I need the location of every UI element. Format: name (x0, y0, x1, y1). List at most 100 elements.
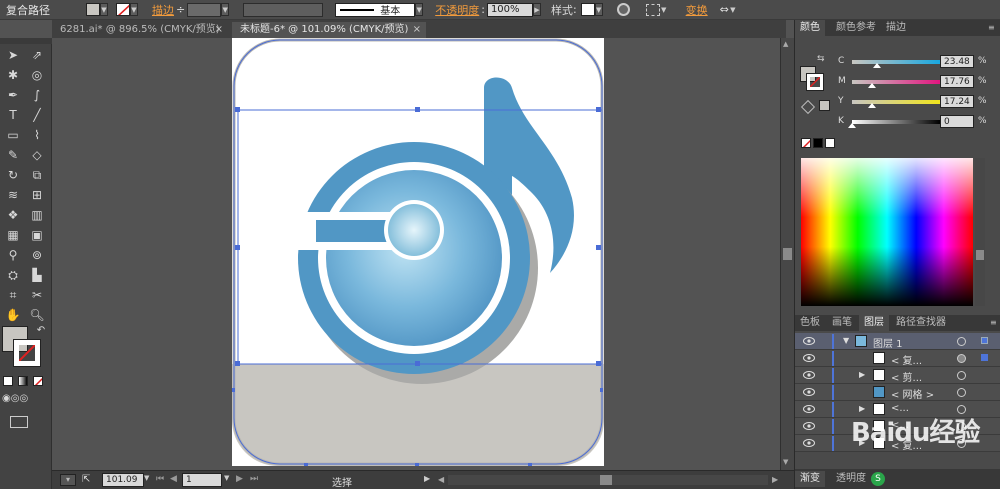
scroll-thumb[interactable] (783, 248, 792, 260)
scroll-down-icon[interactable]: ▼ (783, 458, 788, 466)
eye-icon[interactable] (803, 438, 815, 448)
none-mode-icon[interactable] (33, 376, 43, 386)
fill-dropdown-icon[interactable]: ▼ (100, 3, 108, 16)
slider-handle-icon[interactable] (848, 123, 856, 128)
tab-color[interactable]: 颜色 (795, 20, 825, 36)
opacity-arrow-icon[interactable]: ▶ (532, 3, 541, 16)
eye-icon[interactable] (803, 404, 815, 414)
prev-artboard-icon[interactable]: ◀ (170, 474, 177, 484)
stroke-weight-stepper[interactable]: ÷ (176, 3, 185, 16)
stroke-profile-select[interactable]: 基本 (335, 2, 416, 17)
yellow-slider[interactable] (852, 100, 940, 104)
free-transform-icon[interactable]: ⊞ (26, 186, 48, 204)
tab-stroke[interactable]: 描边 (881, 20, 911, 36)
color-spectrum[interactable] (801, 158, 973, 306)
selection-tool-icon[interactable]: ➤ (2, 46, 24, 64)
opacity-label[interactable]: 不透明度 (435, 2, 479, 18)
opacity-field[interactable]: 100% (486, 2, 533, 17)
lasso-icon[interactable]: ◎ (26, 66, 48, 84)
eyedropper-icon[interactable]: ⚲ (2, 246, 24, 264)
status-arrow-icon[interactable]: ▶ (424, 474, 430, 483)
expand-arrow-icon[interactable]: ▼ (843, 336, 849, 345)
pencil-tool-icon[interactable]: ✎ (2, 146, 24, 164)
eye-icon[interactable] (803, 353, 815, 363)
black-slider[interactable] (852, 120, 940, 124)
stroke-color-box[interactable] (13, 339, 41, 367)
gradient-tool-icon[interactable]: ▣ (26, 226, 48, 244)
hand-tool-icon[interactable]: ✋ (2, 306, 24, 324)
white-swatch[interactable] (825, 138, 835, 148)
vertical-scrollbar[interactable]: ▲ ▼ (780, 38, 794, 470)
cyan-slider[interactable] (852, 60, 940, 64)
last-artboard-icon[interactable]: ⏭ (250, 474, 258, 484)
paintbrush-icon[interactable]: ⌇ (26, 126, 48, 144)
black-swatch[interactable] (813, 138, 823, 148)
tab-6281[interactable]: 6281.ai* @ 896.5% (CMYK/预览) × (52, 22, 228, 38)
transform-link[interactable]: 变换 (686, 2, 708, 18)
selection-square-icon[interactable] (981, 354, 988, 361)
eye-icon[interactable] (803, 370, 815, 380)
eye-icon[interactable] (803, 387, 815, 397)
color-mode-icon[interactable] (3, 376, 13, 386)
arrange-dropdown-icon[interactable]: ▼ (729, 3, 737, 16)
target-icon[interactable] (957, 354, 966, 363)
pen-tool-icon[interactable]: ✒ (2, 86, 24, 104)
input-method-icon[interactable]: S (871, 472, 885, 486)
align-dropdown-icon[interactable]: ▼ (660, 3, 668, 16)
stroke-swatch[interactable] (116, 3, 130, 16)
profile-dropdown-icon[interactable]: ▼ (415, 3, 424, 16)
panel-menu-icon[interactable]: ≡ (985, 315, 1000, 331)
artboard[interactable] (232, 38, 604, 466)
tab-transparency[interactable]: 透明度 (831, 471, 871, 487)
direct-selection-tool-icon[interactable]: ⇗ (26, 46, 48, 64)
zoom-menu-icon[interactable]: ▾ (60, 474, 76, 486)
black-value[interactable]: 0 (940, 115, 974, 128)
graphic-style-swatch[interactable] (580, 3, 595, 16)
slider-handle-icon[interactable] (873, 63, 881, 68)
target-icon[interactable] (957, 371, 966, 380)
symbol-sprayer-icon[interactable]: ⛭ (2, 266, 24, 284)
rotate-tool-icon[interactable]: ↻ (2, 166, 24, 184)
draw-mode-icon[interactable]: ◉◎◎ (2, 390, 28, 408)
toolbar-grip[interactable] (0, 38, 52, 44)
tab-untitled-6[interactable]: 未标题-6* @ 101.09% (CMYK/预览) × (232, 22, 426, 38)
tab-color-guide[interactable]: 颜色参考 (831, 20, 881, 36)
next-artboard-icon[interactable]: ▶ (236, 474, 243, 484)
scroll-up-icon[interactable]: ▲ (783, 40, 788, 48)
curvature-tool-icon[interactable]: ∫ (26, 86, 48, 104)
eye-icon[interactable] (803, 336, 815, 346)
slice-tool-icon[interactable]: ✂ (26, 286, 48, 304)
gradient-mode-icon[interactable] (18, 376, 28, 386)
item-name[interactable]: < 剪... (891, 369, 922, 384)
slider-handle-icon[interactable] (868, 103, 876, 108)
layer-row-layer-1[interactable]: ▼ 图层 1 (795, 333, 1000, 350)
magenta-value[interactable]: 17.76 (940, 75, 974, 88)
line-tool-icon[interactable]: ╱ (26, 106, 48, 124)
tab-swatches[interactable]: 色板 (795, 315, 825, 331)
item-name[interactable]: < 复... (891, 352, 922, 367)
magenta-slider[interactable] (852, 80, 940, 84)
variable-width-field[interactable] (243, 2, 324, 17)
yellow-value[interactable]: 17.24 (940, 95, 974, 108)
scale-tool-icon[interactable]: ⧉ (26, 166, 48, 184)
horizontal-scrollbar[interactable] (448, 475, 768, 485)
stroke-weight-field[interactable] (187, 2, 222, 17)
target-icon[interactable] (957, 388, 966, 397)
tab-layers[interactable]: 图层 (859, 315, 889, 331)
blend-tool-icon[interactable]: ⊚ (26, 246, 48, 264)
shape-builder-icon[interactable]: ❖ (2, 206, 24, 224)
fill-swatch[interactable] (86, 3, 100, 16)
align-icon[interactable] (645, 3, 660, 16)
graph-tool-icon[interactable]: ▙ (26, 266, 48, 284)
close-icon[interactable]: × (215, 22, 223, 38)
mesh-tool-icon[interactable]: ▦ (2, 226, 24, 244)
rectangle-tool-icon[interactable]: ▭ (2, 126, 24, 144)
swap-arrow-icon[interactable]: ↶ (30, 322, 52, 340)
close-icon[interactable]: × (413, 22, 421, 38)
artboard-tool-icon[interactable]: ⌗ (2, 286, 24, 304)
layer-row[interactable]: ▶ < 剪... (795, 367, 1000, 384)
cyan-value[interactable]: 23.48 (940, 55, 974, 68)
type-tool-icon[interactable]: T (2, 106, 24, 124)
eye-icon[interactable] (803, 421, 815, 431)
panel-menu-icon[interactable]: ≡ (983, 20, 1000, 36)
